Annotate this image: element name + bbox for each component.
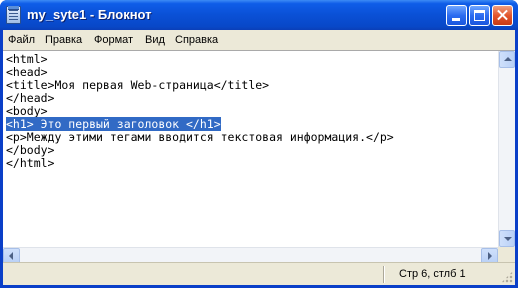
menu-view[interactable]: Вид xyxy=(145,34,165,46)
arrow-down-icon xyxy=(504,237,512,241)
notepad-window: my_syte1 - Блокнот Файл Правка Формат Ви… xyxy=(0,0,518,288)
window-title: my_syte1 - Блокнот xyxy=(27,7,152,22)
code-line: <html> xyxy=(6,53,497,66)
code-line-text: <body> xyxy=(6,104,48,118)
code-line: </head> xyxy=(6,92,497,105)
notepad-icon[interactable] xyxy=(6,6,21,24)
status-bar: Стр 6, стлб 1 xyxy=(3,262,515,285)
arrow-right-icon xyxy=(488,252,492,260)
code-line-text: </head> xyxy=(6,91,55,105)
menu-help[interactable]: Справка xyxy=(175,34,218,46)
resize-grip-icon[interactable] xyxy=(501,271,513,283)
editor: <html> <head> <title>Моя первая Web-стра… xyxy=(3,50,515,264)
menu-bar: Файл Правка Формат Вид Справка xyxy=(3,30,515,50)
code-line-text: </html> xyxy=(6,156,55,170)
arrow-up-icon xyxy=(504,57,512,61)
scroll-down-button[interactable] xyxy=(499,230,515,247)
text-area[interactable]: <html> <head> <title>Моя первая Web-стра… xyxy=(3,51,497,247)
horizontal-scrollbar[interactable] xyxy=(3,247,498,264)
code-line: <p>Между этими тегами вводится текстовая… xyxy=(6,131,497,144)
scrollbar-corner xyxy=(498,247,515,263)
maximize-icon xyxy=(474,10,485,21)
status-divider xyxy=(383,266,385,283)
title-bar[interactable]: my_syte1 - Блокнот xyxy=(0,0,518,30)
close-icon xyxy=(493,6,512,25)
code-line: </html> xyxy=(6,157,497,170)
code-line: <title>Моя первая Web-страница</title> xyxy=(6,79,497,92)
cursor-position: Стр 6, стлб 1 xyxy=(399,268,466,280)
code-line-text: <p>Между этими тегами вводится текстовая… xyxy=(6,130,394,144)
vertical-scrollbar[interactable] xyxy=(498,51,515,247)
maximize-button[interactable] xyxy=(469,5,490,26)
code-line-text: </body> xyxy=(6,143,55,157)
close-button[interactable] xyxy=(492,5,513,26)
minimize-icon xyxy=(452,18,460,21)
minimize-button[interactable] xyxy=(446,5,467,26)
code-line-text: <html> xyxy=(6,52,48,66)
code-line: </body> xyxy=(6,144,497,157)
arrow-left-icon xyxy=(9,252,13,260)
menu-file[interactable]: Файл xyxy=(8,34,35,46)
menu-format[interactable]: Формат xyxy=(94,34,133,46)
code-line-text: <head> xyxy=(6,65,48,79)
code-line-text: <title>Моя первая Web-страница</title> xyxy=(6,78,270,92)
menu-edit[interactable]: Правка xyxy=(45,34,82,46)
scroll-up-button[interactable] xyxy=(499,51,515,68)
selected-text[interactable]: <h1> Это первый заголовок </h1> xyxy=(6,117,221,131)
